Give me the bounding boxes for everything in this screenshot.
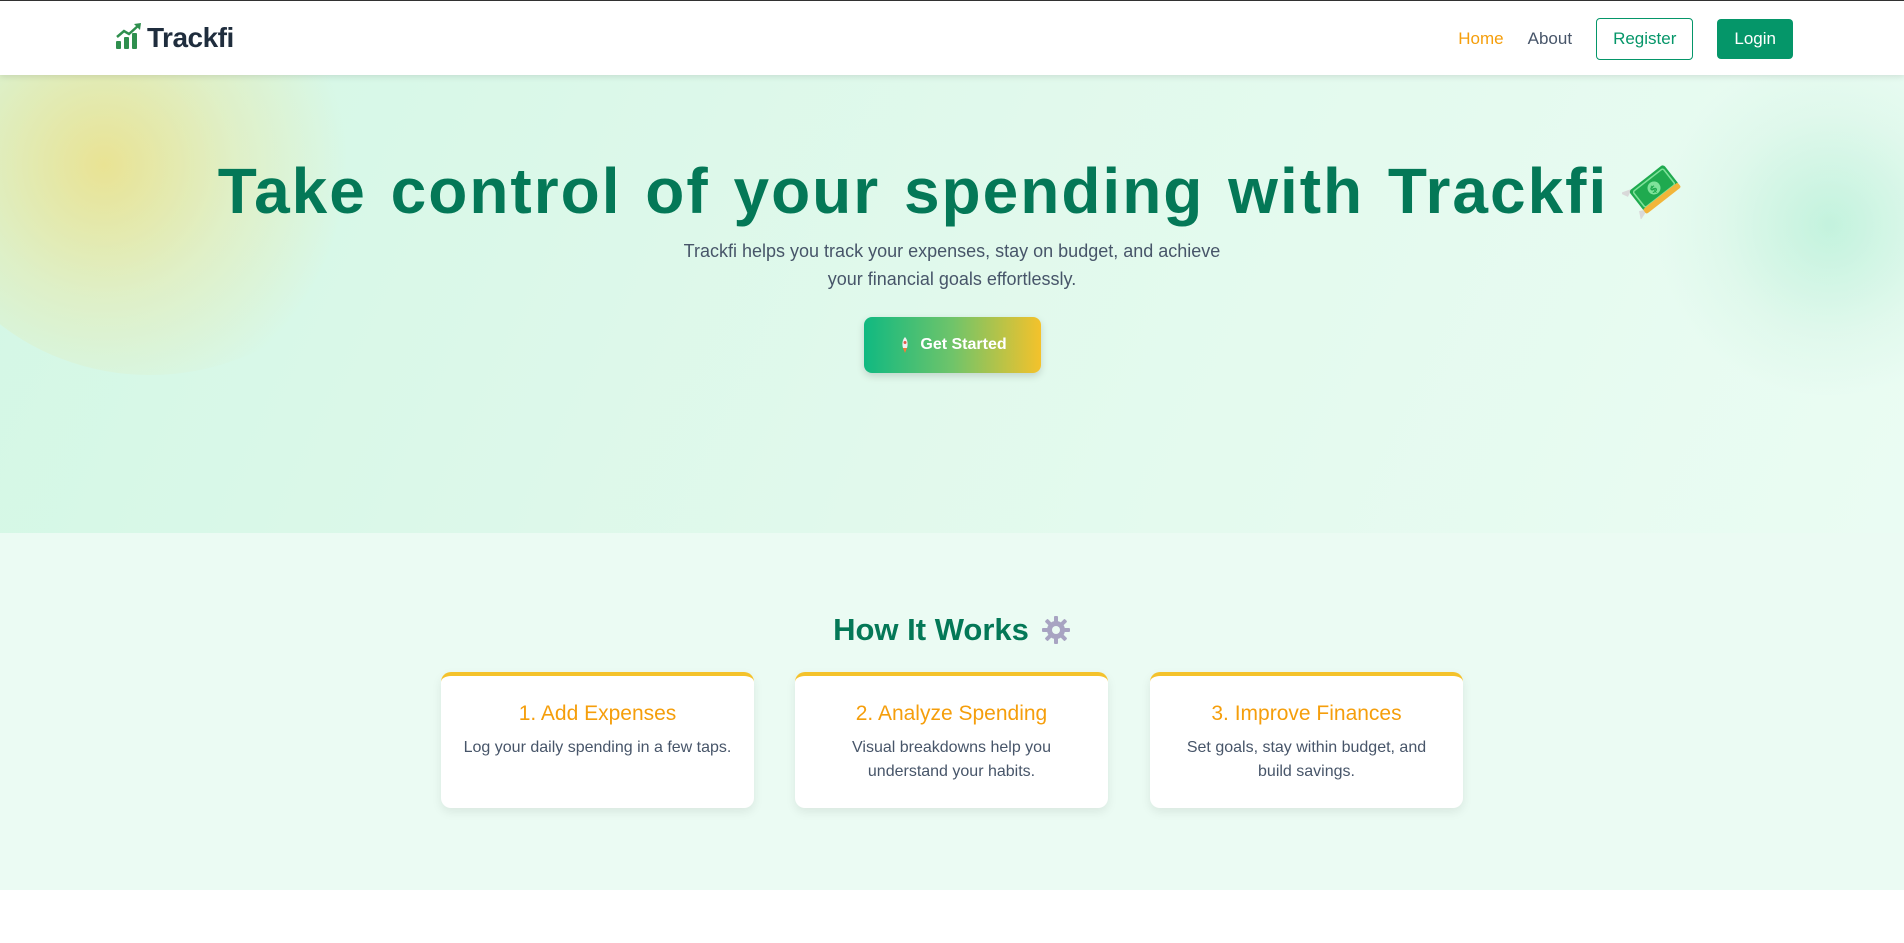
step-card-analyze-spending: 2. Analyze Spending Visual breakdowns he… bbox=[795, 672, 1108, 808]
main-nav: Home About Register Login bbox=[1458, 18, 1793, 60]
how-it-works-title: How It Works bbox=[0, 612, 1904, 648]
nav-home-link[interactable]: Home bbox=[1458, 29, 1503, 49]
step-card-title: 2. Analyze Spending bbox=[855, 702, 1048, 725]
hero-title-text: Take control of your spending with Track… bbox=[217, 155, 1609, 227]
logo[interactable]: Trackfi bbox=[115, 22, 234, 55]
money-with-wings-icon: $ bbox=[1620, 157, 1686, 220]
get-started-button[interactable]: Get Started bbox=[864, 317, 1041, 373]
step-card-improve-finances: 3. Improve Finances Set goals, stay with… bbox=[1150, 672, 1463, 808]
step-card-text: Visual breakdowns help you understand yo… bbox=[852, 739, 1051, 780]
rocket-icon bbox=[898, 337, 912, 353]
step-card-title: 1. Add Expenses bbox=[518, 702, 677, 725]
login-button[interactable]: Login bbox=[1717, 19, 1793, 59]
logo-text: Trackfi bbox=[147, 22, 234, 53]
how-it-works-section: How It Works 1. Add Expenses Log your da… bbox=[0, 533, 1904, 890]
register-button[interactable]: Register bbox=[1596, 18, 1694, 60]
nav-about-link[interactable]: About bbox=[1528, 29, 1572, 49]
hero-section: Take control of your spending with Track… bbox=[0, 75, 1904, 533]
step-card-title: 3. Improve Finances bbox=[1211, 702, 1402, 725]
get-started-label: Get Started bbox=[920, 336, 1007, 353]
decorative-green-blob bbox=[1650, 75, 1904, 395]
how-it-works-title-text: How It Works bbox=[833, 612, 1029, 647]
gear-icon bbox=[1041, 615, 1071, 645]
navbar: Trackfi Home About Register Login bbox=[0, 1, 1904, 75]
hero-title: Take control of your spending with Track… bbox=[0, 154, 1904, 228]
hero-subtitle: Trackfi helps you track your expenses, s… bbox=[683, 241, 1221, 289]
step-card-add-expenses: 1. Add Expenses Log your daily spending … bbox=[441, 672, 754, 808]
step-card-text: Set goals, stay within budget, and build… bbox=[1186, 739, 1427, 780]
step-card-text: Log your daily spending in a few taps. bbox=[463, 739, 732, 756]
chart-growth-icon bbox=[115, 22, 143, 55]
